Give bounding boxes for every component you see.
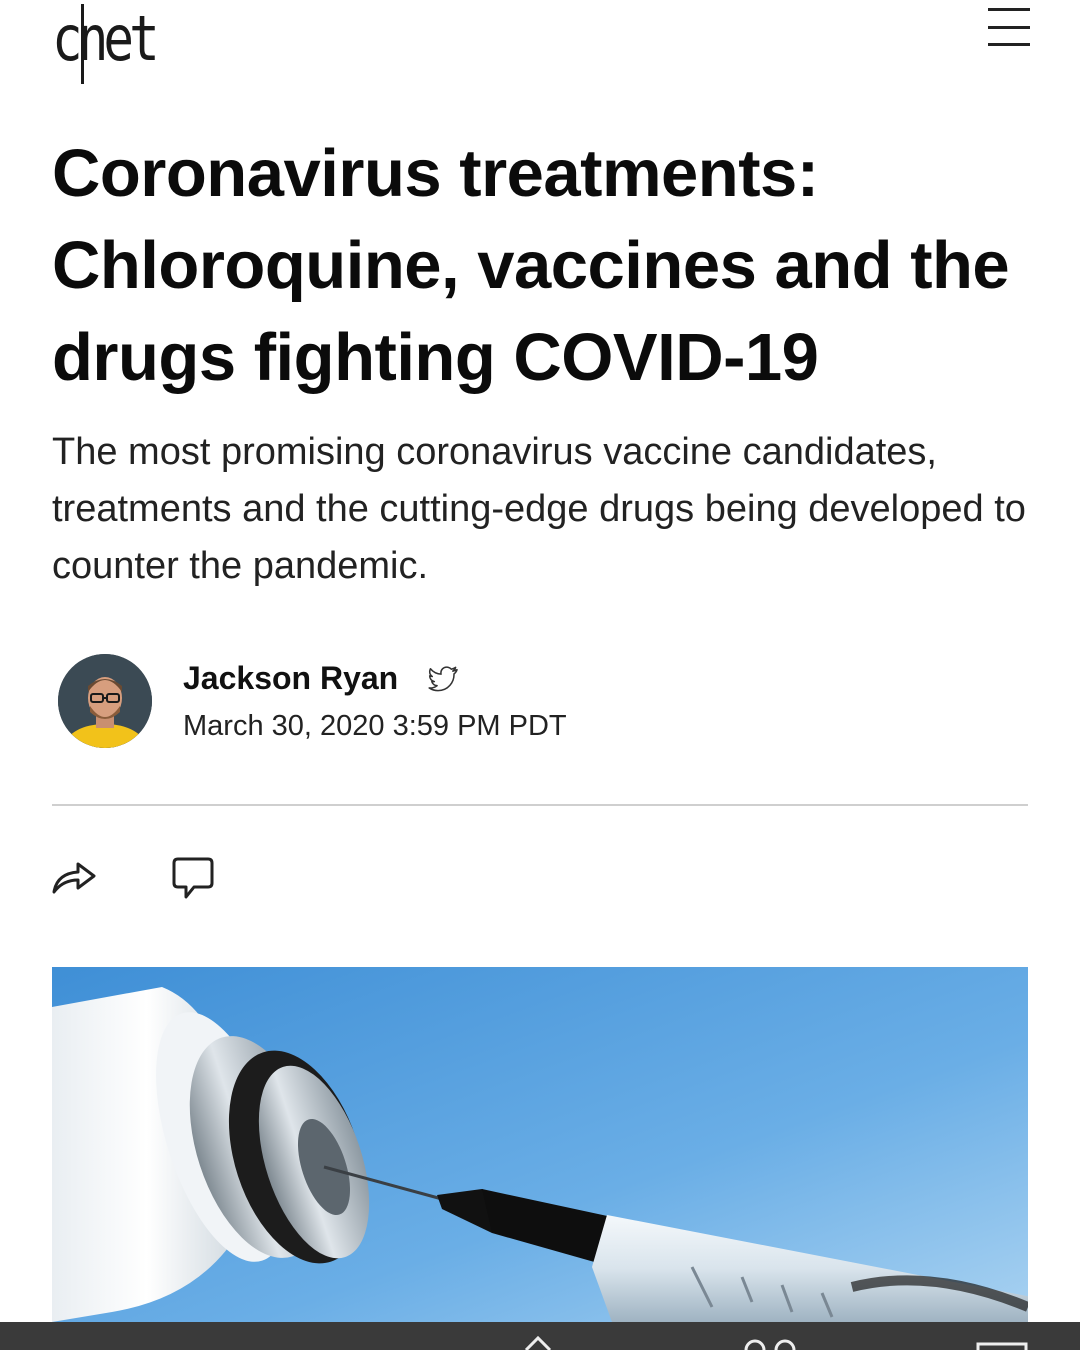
publish-timestamp: March 30, 2020 3:59 PM PDT	[183, 710, 567, 742]
author-avatar[interactable]	[58, 654, 152, 748]
bottom-toolbar	[0, 1322, 1080, 1350]
hero-image[interactable]	[52, 967, 1028, 1322]
author-photo	[58, 654, 152, 748]
article-page: cnet Coronavirus treatments: Chloroquine…	[0, 0, 1080, 1350]
article-headline: Coronavirus treatments: Chloroquine, vac…	[52, 136, 1010, 395]
share-icon[interactable]	[50, 856, 98, 898]
logo-divider-bar	[81, 4, 84, 84]
divider	[52, 804, 1028, 806]
twitter-icon[interactable]	[428, 664, 460, 694]
hamburger-menu-icon[interactable]	[988, 8, 1030, 46]
author-name[interactable]: Jackson Ryan	[183, 658, 398, 698]
vaccine-syringe-vial-illustration	[52, 967, 1028, 1322]
logo-text: cnet	[52, 2, 160, 75]
comment-icon[interactable]	[172, 856, 214, 902]
toolbar-icons	[524, 1335, 1028, 1350]
cnet-logo[interactable]: cnet	[52, 2, 160, 75]
article-subhead: The most promising coronavirus vaccine c…	[52, 431, 1026, 587]
